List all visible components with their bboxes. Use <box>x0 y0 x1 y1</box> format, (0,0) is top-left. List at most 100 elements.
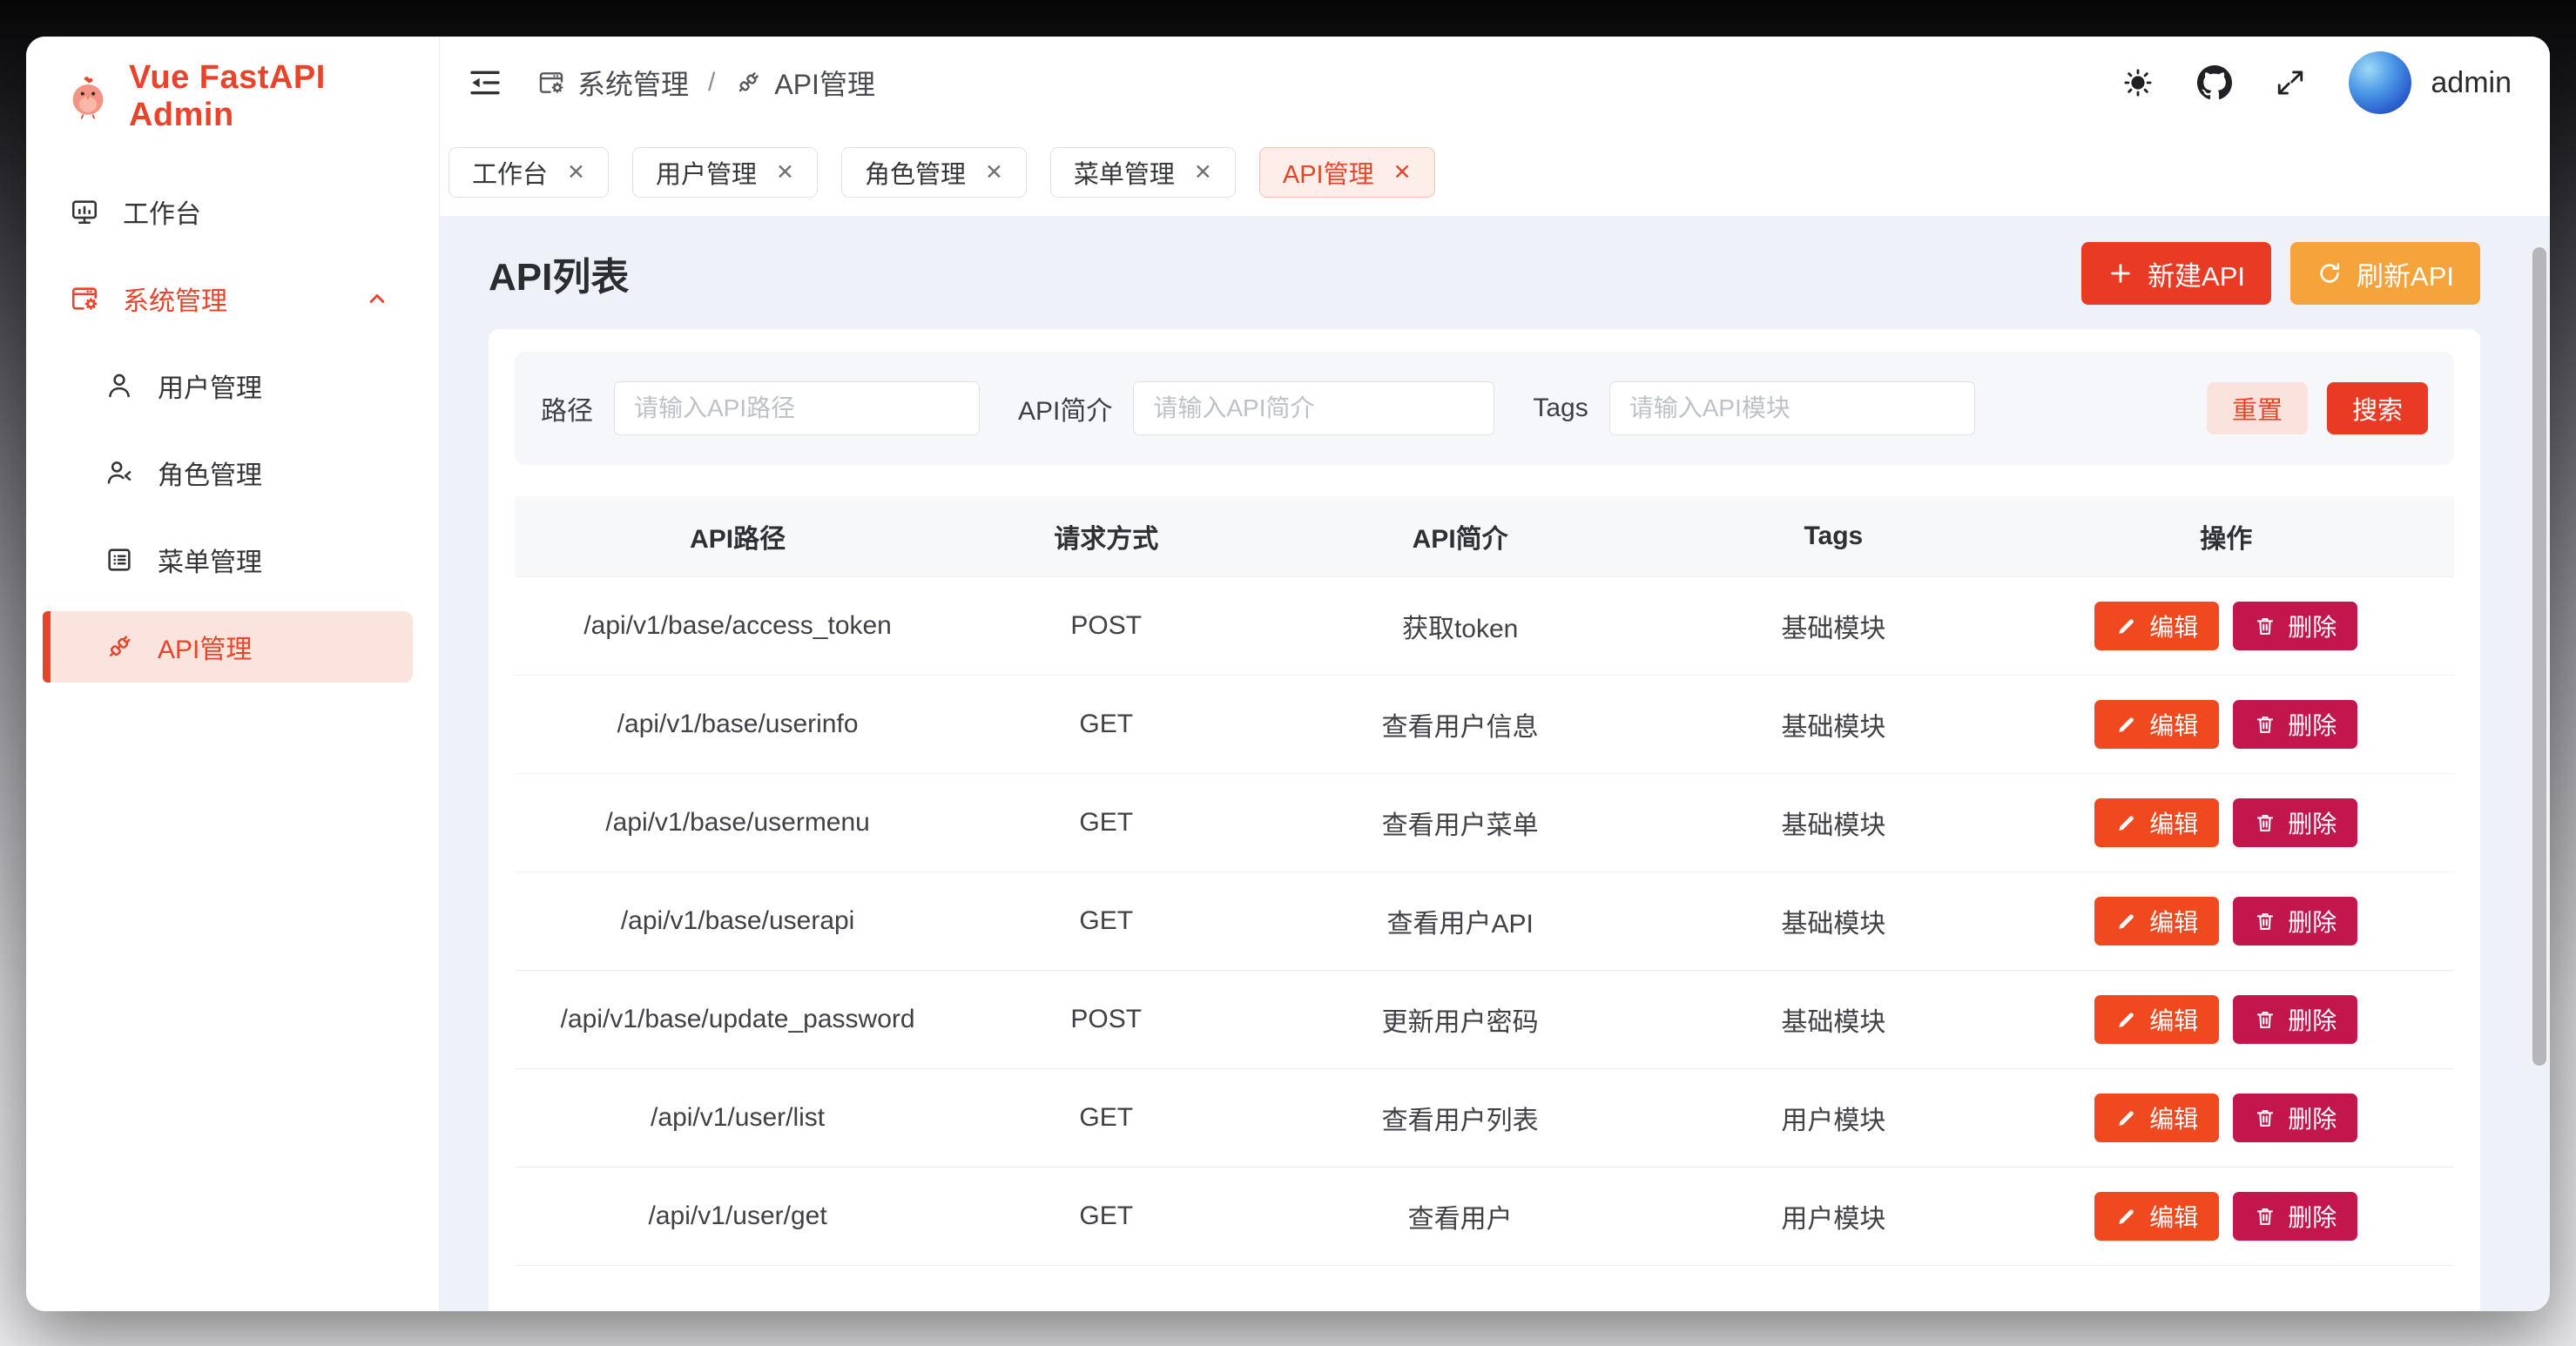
edit-button[interactable]: 编辑 <box>2094 602 2219 650</box>
column-header-actions: 操作 <box>1999 517 2454 555</box>
search-button[interactable]: 搜索 <box>2327 382 2428 434</box>
tab-close-icon[interactable]: ✕ <box>567 162 585 184</box>
sidebar-item-menus[interactable]: 菜单管理 <box>43 524 413 596</box>
cell-api-summary: 查看用户信息 <box>1251 705 1669 744</box>
table-row: /api/v1/base/userapi GET 查看用户API 基础模块 编辑… <box>515 872 2454 970</box>
breadcrumb-item-api[interactable]: API管理 <box>734 63 875 103</box>
cell-method: GET <box>961 808 1251 838</box>
table-header: API路径 请求方式 API简介 Tags 操作 <box>515 496 2454 576</box>
cell-tags: 基础模块 <box>1669 804 1999 842</box>
column-header-method: 请求方式 <box>961 517 1251 555</box>
tab-users[interactable]: 用户管理 ✕ <box>632 147 818 198</box>
path-filter-input[interactable] <box>614 381 980 435</box>
breadcrumb-label: 系统管理 <box>577 63 689 103</box>
tags-filter-input[interactable] <box>1609 381 1975 435</box>
pencil-icon <box>2115 615 2138 637</box>
cell-actions: 编辑 删除 <box>1999 995 2454 1044</box>
reset-button[interactable]: 重置 <box>2207 382 2308 434</box>
fullscreen-icon[interactable] <box>2276 68 2305 98</box>
refresh-api-label: 刷新API <box>2357 254 2454 293</box>
brand: Vue FastAPI Admin <box>26 37 439 151</box>
delete-button[interactable]: 删除 <box>2233 1094 2357 1142</box>
cell-api-path: /api/v1/base/usermenu <box>515 808 961 838</box>
tab-close-icon[interactable]: ✕ <box>1393 162 1412 184</box>
tab-close-icon[interactable]: ✕ <box>776 162 794 184</box>
edit-button[interactable]: 编辑 <box>2094 798 2219 847</box>
delete-button[interactable]: 删除 <box>2233 700 2357 749</box>
pencil-icon <box>2115 1008 2138 1031</box>
refresh-icon <box>2316 260 2343 286</box>
tags-filter-label: Tags <box>1533 394 1588 423</box>
cell-actions: 编辑 删除 <box>1999 602 2454 650</box>
edit-button[interactable]: 编辑 <box>2094 700 2219 749</box>
cell-actions: 编辑 删除 <box>1999 700 2454 749</box>
content-column: 系统管理 / API管理 admin 工作台 ✕ 用 <box>440 37 2550 1311</box>
username: admin <box>2431 66 2512 100</box>
sidebar-item-users[interactable]: 用户管理 <box>43 350 413 421</box>
cell-actions: 编辑 删除 <box>1999 1192 2454 1241</box>
cell-tags: 基础模块 <box>1669 902 1999 940</box>
plus-icon <box>2107 260 2134 286</box>
tab-workbench[interactable]: 工作台 ✕ <box>448 147 609 198</box>
edit-button[interactable]: 编辑 <box>2094 995 2219 1044</box>
sidebar-item-system[interactable]: 系统管理 <box>43 263 413 334</box>
sidebar-item-workbench[interactable]: 工作台 <box>43 176 413 247</box>
filter-group-summary: API简介 <box>1018 381 1494 435</box>
edit-button[interactable]: 编辑 <box>2094 1094 2219 1142</box>
cell-api-summary: 查看用户API <box>1251 902 1669 940</box>
summary-filter-input[interactable] <box>1133 381 1494 435</box>
delete-button[interactable]: 删除 <box>2233 1192 2357 1241</box>
cell-api-path: /api/v1/base/update_password <box>515 1005 961 1034</box>
cell-api-path: /api/v1/base/access_token <box>515 611 961 641</box>
tab-label: 工作台 <box>472 154 548 191</box>
tab-menus[interactable]: 菜单管理 ✕ <box>1050 147 1236 198</box>
cell-tags: 基础模块 <box>1669 705 1999 744</box>
vertical-scrollbar-thumb[interactable] <box>2532 247 2546 1066</box>
create-api-button[interactable]: 新建API <box>2081 242 2271 305</box>
refresh-api-button[interactable]: 刷新API <box>2290 242 2480 305</box>
sidebar-item-apis[interactable]: API管理 <box>43 611 413 683</box>
delete-button[interactable]: 删除 <box>2233 798 2357 847</box>
trash-icon <box>2254 615 2276 637</box>
cell-api-path: /api/v1/user/list <box>515 1103 961 1133</box>
avatar <box>2349 51 2411 114</box>
theme-toggle-sun-icon[interactable] <box>2122 67 2154 98</box>
breadcrumb-item-system[interactable]: 系统管理 <box>537 63 689 103</box>
filter-panel: 路径 API简介 Tags 重置 搜索 <box>515 352 2454 465</box>
content-card: 路径 API简介 Tags 重置 搜索 <box>489 329 2480 1311</box>
edit-button[interactable]: 编辑 <box>2094 1192 2219 1241</box>
sidebar-collapse-icon[interactable] <box>468 65 502 100</box>
tab-apis[interactable]: API管理 ✕ <box>1259 147 1435 198</box>
cell-actions: 编辑 删除 <box>1999 1094 2454 1142</box>
trash-icon <box>2254 1008 2276 1031</box>
summary-filter-label: API简介 <box>1018 389 1112 427</box>
tab-label: 菜单管理 <box>1074 154 1175 191</box>
tab-label: API管理 <box>1283 154 1374 191</box>
delete-button[interactable]: 删除 <box>2233 602 2357 650</box>
delete-button[interactable]: 删除 <box>2233 995 2357 1044</box>
ico-role <box>105 458 134 488</box>
cell-method: POST <box>961 611 1251 641</box>
cell-api-path: /api/v1/base/userapi <box>515 906 961 936</box>
github-icon[interactable] <box>2197 65 2232 100</box>
api-plug-icon <box>734 69 762 97</box>
page-title-row: API列表 新建API 刷新API <box>489 242 2480 305</box>
trash-icon <box>2254 910 2276 932</box>
tab-roles[interactable]: 角色管理 ✕ <box>841 147 1027 198</box>
user-menu[interactable]: admin <box>2349 51 2512 114</box>
tab-close-icon[interactable]: ✕ <box>985 162 1003 184</box>
pencil-icon <box>2115 811 2138 834</box>
trash-icon <box>2254 1205 2276 1228</box>
app-window: Vue FastAPI Admin 工作台 系统管理 用户管理 角色管理 菜单管… <box>26 37 2550 1311</box>
top-header: 系统管理 / API管理 admin <box>440 37 2550 129</box>
sidebar-item-label: 用户管理 <box>158 367 262 405</box>
chevron-up-icon <box>364 286 390 312</box>
column-header-path: API路径 <box>515 517 961 555</box>
edit-button[interactable]: 编辑 <box>2094 897 2219 946</box>
main-area: API列表 新建API 刷新API 路径 <box>440 216 2550 1311</box>
cell-actions: 编辑 删除 <box>1999 798 2454 847</box>
breadcrumb-label: API管理 <box>774 63 875 103</box>
delete-button[interactable]: 删除 <box>2233 897 2357 946</box>
sidebar-item-roles[interactable]: 角色管理 <box>43 437 413 508</box>
tab-close-icon[interactable]: ✕ <box>1194 162 1212 184</box>
